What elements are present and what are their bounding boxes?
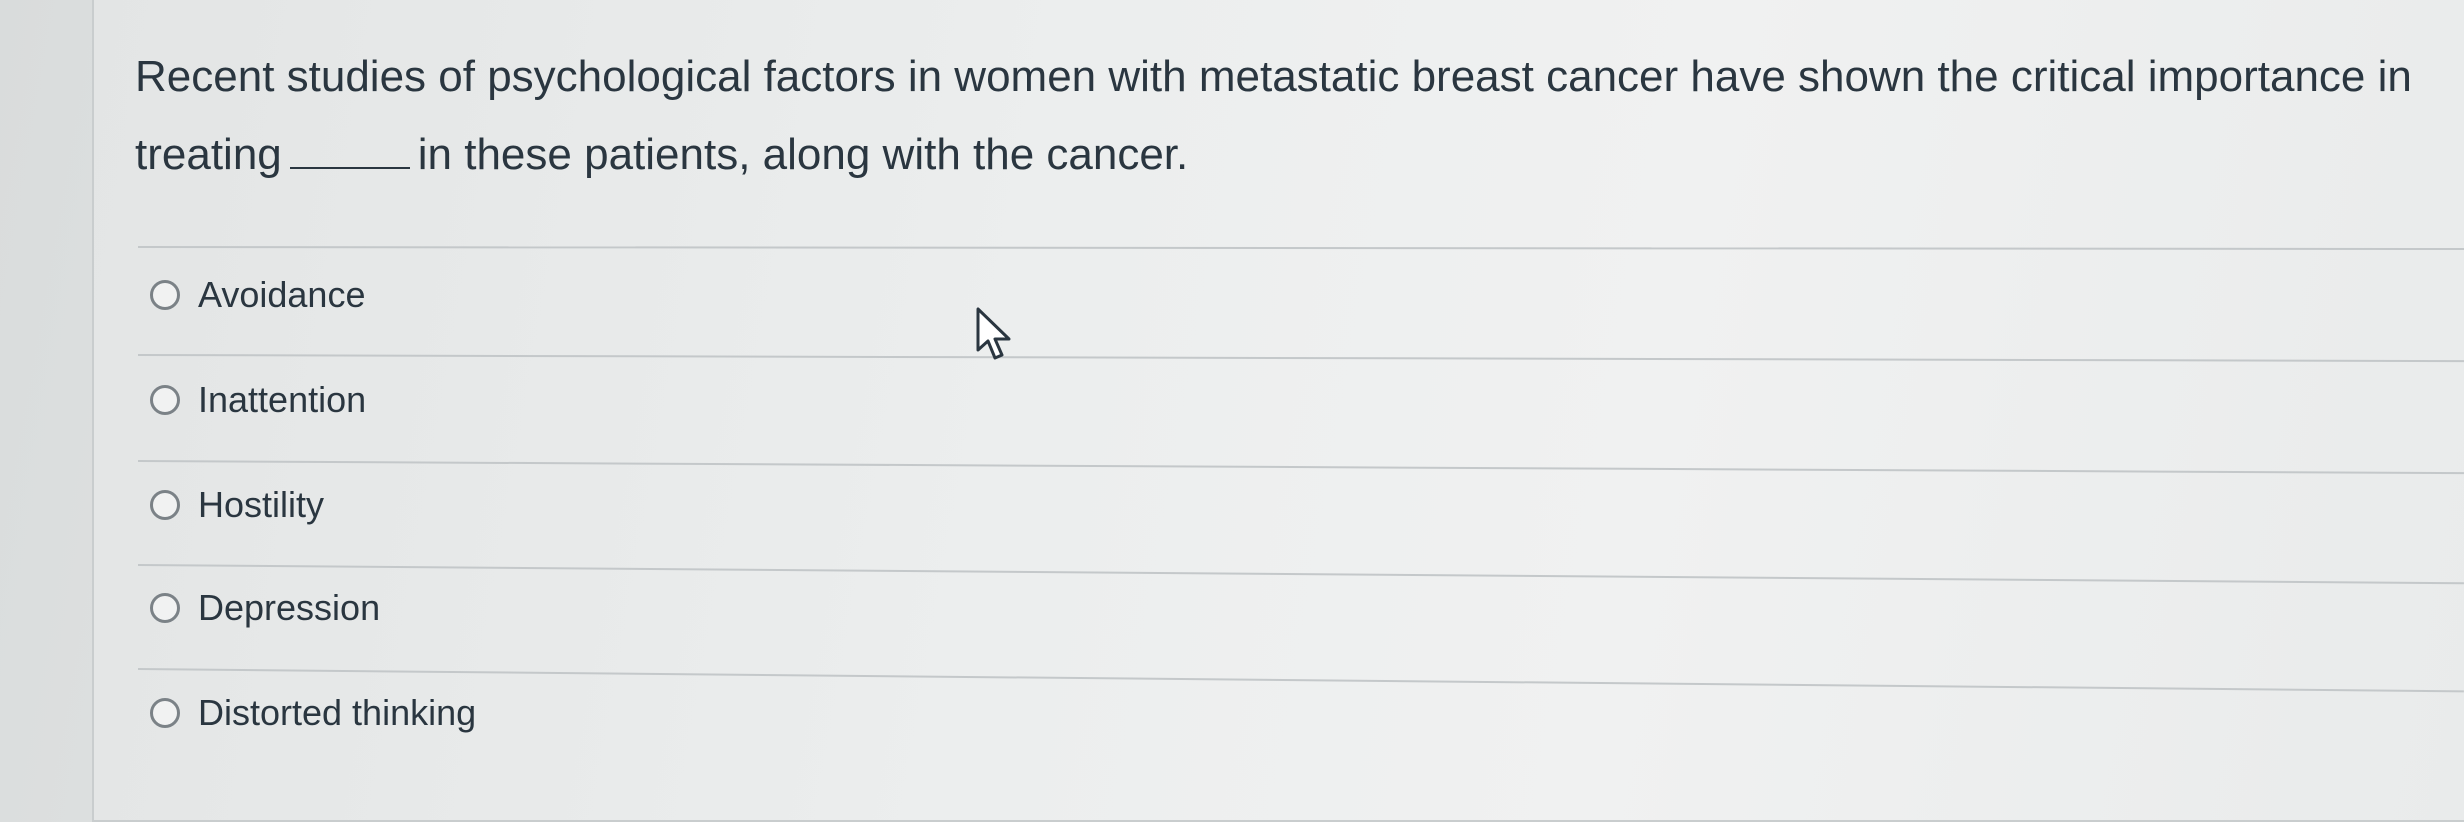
fill-in-blank (289, 135, 410, 169)
answer-label: Inattention (198, 379, 367, 420)
mouse-pointer-icon (976, 307, 1011, 360)
radio-button-icon[interactable] (150, 593, 180, 623)
answer-label: Depression (198, 587, 381, 628)
answer-option-hostility[interactable]: Hostility (150, 475, 324, 535)
radio-button-icon[interactable] (150, 490, 180, 520)
answer-label: Distorted thinking (198, 692, 477, 733)
answer-option-distorted-thinking[interactable]: Distorted thinking (150, 683, 476, 743)
radio-button-icon[interactable] (150, 280, 180, 310)
answer-label: Hostility (198, 484, 325, 525)
answer-option-depression[interactable]: Depression (150, 578, 380, 638)
question-text: Recent studies of psychological factors … (135, 38, 2435, 194)
question-text-after: in these patients, along with the cancer… (417, 130, 1189, 179)
answer-label: Avoidance (198, 274, 366, 315)
radio-button-icon[interactable] (150, 385, 180, 415)
answer-option-inattention[interactable]: Inattention (150, 370, 366, 430)
radio-button-icon[interactable] (150, 698, 180, 728)
answer-option-avoidance[interactable]: Avoidance (150, 265, 365, 325)
